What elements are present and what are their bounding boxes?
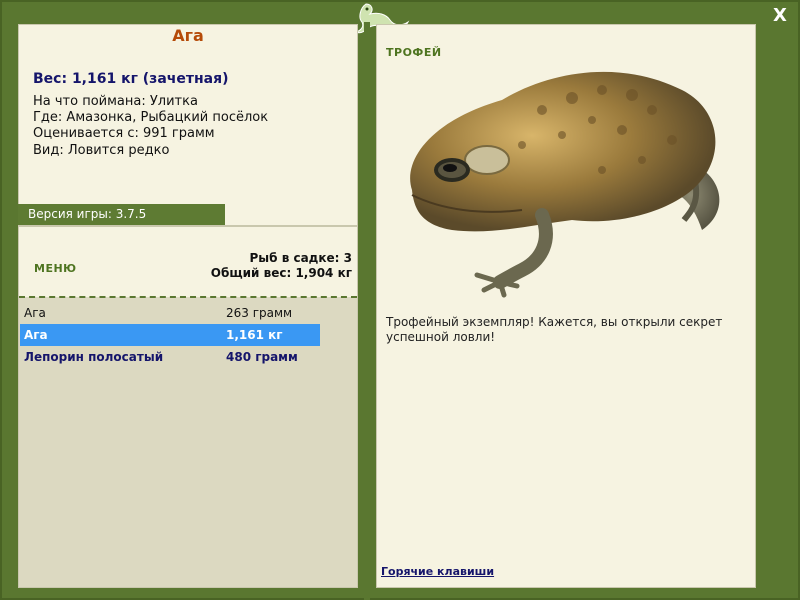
trophy-description: Трофейный экземпляр! Кажется, вы открыли… xyxy=(386,315,723,344)
keep-summary: Рыб в садке: 3 Общий вес: 1,904 кг xyxy=(211,251,352,281)
column-divider xyxy=(364,22,370,600)
close-button[interactable]: X xyxy=(770,6,790,26)
fish-name: Ага xyxy=(172,26,204,45)
toad-image xyxy=(410,71,720,298)
catch-name: Ага xyxy=(24,306,46,320)
catch-row[interactable]: Ага 263 грамм xyxy=(20,302,320,324)
catch-weight: 1,161 кг xyxy=(226,328,283,342)
catch-weight: 263 грамм xyxy=(226,306,293,320)
catch-name: Лепорин полосатый xyxy=(24,350,164,364)
catch-row-selected[interactable]: Ага 1,161 кг xyxy=(20,324,320,346)
keep-total-weight: Общий вес: 1,904 кг xyxy=(210,266,352,280)
catch-name: Ага xyxy=(24,328,48,342)
bait-info: На что поймана: Улитка xyxy=(33,94,198,109)
close-icon: X xyxy=(773,5,787,26)
catch-row[interactable]: Лепорин полосатый 480 грамм xyxy=(20,346,320,368)
fish-info-panel xyxy=(18,24,358,226)
location-info: Где: Амазонка, Рыбацкий посёлок xyxy=(33,110,269,125)
catch-weight: 480 грамм xyxy=(226,350,298,364)
hotkeys-link[interactable]: Горячие клавиши xyxy=(381,565,494,578)
menu-button[interactable]: МЕНЮ xyxy=(34,262,77,275)
fish-weight: Вес: 1,161 кг (зачетная) xyxy=(33,71,229,87)
keep-count: Рыб в садке: 3 xyxy=(249,251,353,265)
min-weight-info: Оценивается с: 991 грамм xyxy=(33,126,215,141)
version-label: Версия игры: 3.7.5 xyxy=(18,204,225,225)
dashed-divider xyxy=(19,296,357,298)
rarity-info: Вид: Ловится редко xyxy=(33,143,170,158)
